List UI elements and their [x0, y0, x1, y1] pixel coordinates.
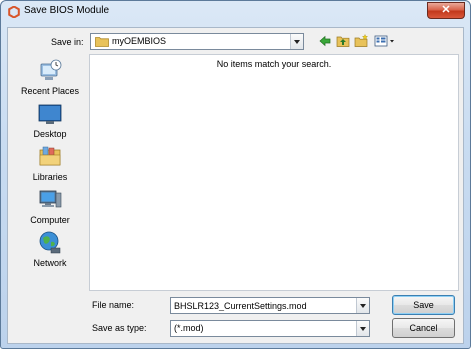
file-name-input[interactable] — [174, 299, 354, 312]
folder-icon — [95, 37, 109, 47]
libraries-icon — [39, 146, 61, 166]
network-icon — [39, 231, 61, 254]
place-network[interactable]: Network — [13, 230, 87, 272]
close-button[interactable]: ✕ — [427, 2, 465, 19]
close-icon: ✕ — [441, 4, 451, 16]
save-in-label: Save in: — [51, 37, 84, 47]
up-folder-icon[interactable] — [336, 34, 350, 48]
save-in-value: myOEMBIOS — [112, 36, 167, 46]
cancel-button[interactable]: Cancel — [392, 318, 455, 338]
place-desktop[interactable]: Desktop — [13, 101, 87, 143]
save-as-type-dropdown-arrow[interactable] — [356, 321, 369, 336]
save-dialog-window: Save BIOS Module ✕ Save in: myOEMBIOS Re… — [0, 0, 471, 349]
back-arrow-icon[interactable] — [318, 34, 332, 48]
place-recent-places[interactable]: Recent Places — [13, 58, 87, 100]
save-in-dropdown-arrow[interactable] — [290, 34, 303, 49]
place-label: Network — [33, 258, 67, 268]
places-bar: Recent Places Desktop Libraries Computer… — [13, 54, 87, 291]
save-in-dropdown[interactable]: myOEMBIOS — [90, 33, 304, 50]
file-name-combo[interactable] — [170, 297, 370, 314]
new-folder-icon[interactable] — [354, 34, 368, 48]
view-menu-icon[interactable] — [374, 34, 396, 48]
save-button[interactable]: Save — [392, 295, 455, 315]
recent-places-icon — [40, 59, 62, 80]
place-label: Libraries — [32, 172, 68, 182]
place-libraries[interactable]: Libraries — [13, 144, 87, 186]
place-label: Recent Places — [20, 86, 80, 96]
computer-icon — [39, 190, 62, 208]
place-computer[interactable]: Computer — [13, 187, 87, 229]
window-title: Save BIOS Module — [24, 5, 110, 16]
save-as-type-label: Save as type: — [92, 323, 147, 333]
place-label: Desktop — [33, 129, 67, 139]
file-name-dropdown-arrow[interactable] — [356, 298, 369, 313]
save-as-type-value: (*.mod) — [174, 323, 204, 333]
place-label: Computer — [30, 215, 70, 225]
file-list-view[interactable]: No items match your search. — [89, 54, 459, 291]
file-name-label: File name: — [92, 300, 135, 310]
app-icon — [8, 6, 20, 18]
desktop-icon — [38, 104, 62, 124]
title-bar[interactable]: Save BIOS Module ✕ — [1, 1, 470, 23]
dialog-client-area: Save in: myOEMBIOS Recent Places Desktop… — [7, 27, 464, 344]
save-as-type-dropdown[interactable]: (*.mod) — [170, 320, 370, 337]
empty-list-message: No items match your search. — [216, 59, 332, 69]
